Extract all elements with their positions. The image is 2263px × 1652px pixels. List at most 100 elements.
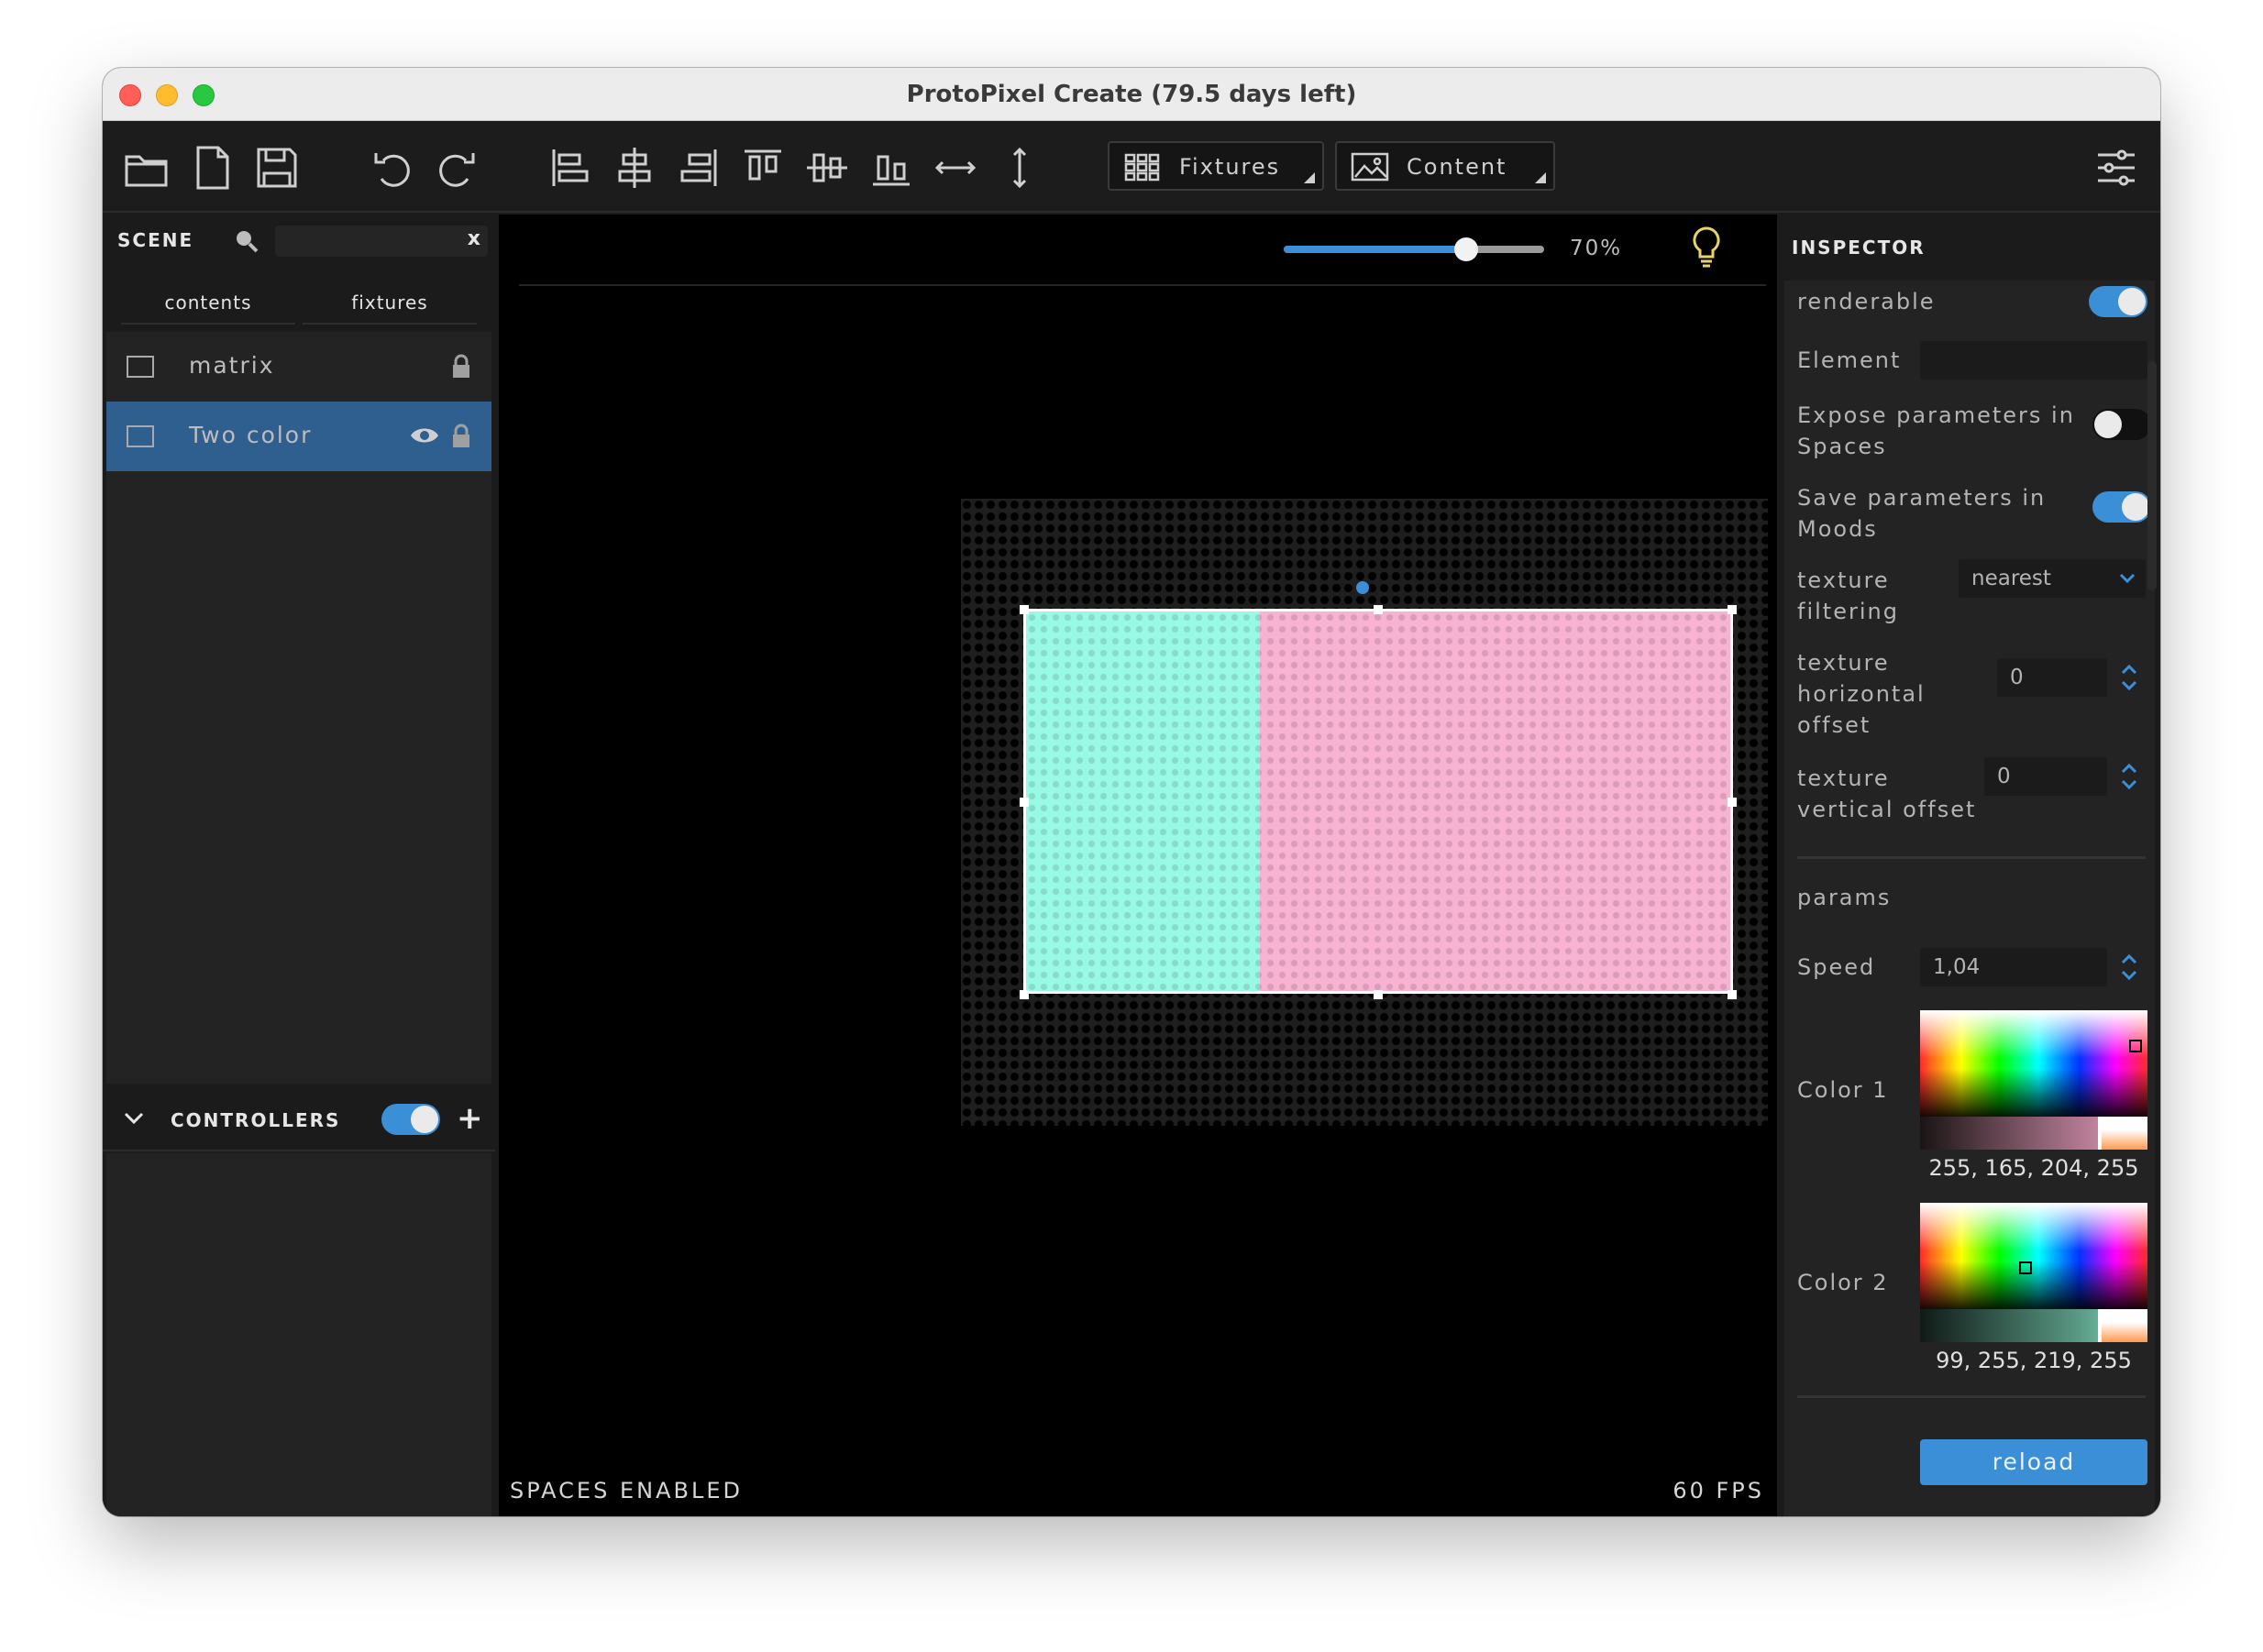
reload-button[interactable]: reload — [1920, 1439, 2147, 1485]
fps-counter: 60 FPS — [1672, 1478, 1764, 1503]
color-2-value: 99, 255, 219, 255 — [1936, 1348, 2132, 1373]
speed-label: Speed — [1797, 954, 1876, 980]
lock-icon[interactable] — [451, 424, 471, 449]
controllers-toggle[interactable] — [381, 1104, 440, 1135]
resize-handle-tl[interactable] — [1020, 605, 1029, 614]
rotate-handle[interactable] — [1356, 581, 1369, 594]
renderable-label: renderable — [1797, 289, 1936, 314]
resize-handle-ml[interactable] — [1020, 798, 1029, 807]
controllers-list — [106, 1153, 491, 1516]
zoom-slider[interactable] — [1284, 237, 1544, 261]
window-title: ProtoPixel Create (79.5 days left) — [906, 81, 1357, 108]
h-offset-label-2: horizontal — [1797, 681, 1926, 707]
list-item[interactable]: Two color — [106, 402, 491, 471]
item-checkbox[interactable] — [127, 356, 154, 378]
expose-label-1: Expose parameters in — [1797, 402, 2075, 428]
distribute-h-icon[interactable] — [932, 144, 979, 192]
add-controller-button[interactable]: + — [457, 1100, 483, 1137]
tab-divider — [121, 323, 295, 325]
expose-parameters-toggle[interactable] — [2092, 409, 2151, 440]
texture-filtering-label-1: texture — [1797, 567, 1890, 593]
element-field[interactable] — [1920, 341, 2147, 380]
undo-icon[interactable] — [369, 144, 416, 192]
h-offset-label-3: offset — [1797, 712, 1871, 738]
lightbulb-icon[interactable] — [1691, 226, 1722, 270]
save-label-2: Moods — [1797, 516, 1878, 542]
resize-handle-tr[interactable] — [1728, 605, 1737, 614]
tab-contents[interactable]: contents — [121, 279, 295, 328]
save-parameters-toggle[interactable] — [2092, 491, 2151, 523]
tab-fixtures[interactable]: fixtures — [303, 279, 477, 328]
align-middle-v-icon[interactable] — [803, 144, 851, 192]
grid-icon — [1124, 153, 1160, 182]
inspector-body: renderable Element Expose parameters in … — [1784, 281, 2155, 1516]
v-offset-input[interactable]: 0 — [1984, 757, 2107, 796]
texture-filtering-label-2: filtering — [1797, 599, 1899, 624]
canvas-viewport[interactable]: 70% SPACES ENABLED 60 FPS — [499, 215, 1777, 1516]
open-folder-icon[interactable] — [123, 144, 171, 192]
inspector-panel: INSPECTOR renderable Element Expose para… — [1781, 215, 2160, 1516]
two-color-content[interactable] — [1023, 609, 1733, 994]
image-icon — [1351, 152, 1389, 182]
resize-handle-bc[interactable] — [1374, 990, 1383, 999]
texture-filtering-select[interactable]: nearest — [1959, 559, 2146, 598]
item-checkbox[interactable] — [127, 425, 154, 447]
color-1-picker-cursor[interactable] — [2129, 1040, 2142, 1052]
scene-search-input[interactable]: x — [275, 226, 488, 257]
item-label: Two color — [189, 422, 313, 448]
align-center-h-icon[interactable] — [611, 144, 658, 192]
resize-handle-tc[interactable] — [1374, 605, 1383, 614]
save-label-1: Save parameters in — [1797, 485, 2047, 511]
chevron-down-icon[interactable] — [123, 1109, 145, 1128]
scene-label: SCENE — [117, 229, 194, 251]
fixtures-dropdown[interactable]: Fixtures — [1108, 141, 1324, 191]
settings-sliders-icon[interactable] — [2092, 144, 2140, 192]
align-left-icon[interactable] — [546, 144, 594, 192]
list-item[interactable]: matrix — [106, 332, 491, 402]
controllers-label: CONTROLLERS — [171, 1109, 341, 1131]
content-dropdown[interactable]: Content — [1335, 141, 1555, 191]
item-label: matrix — [189, 352, 275, 379]
color-2-alpha-slider[interactable] — [1920, 1309, 2147, 1342]
search-icon — [237, 231, 259, 253]
dropdown-corner-icon — [1535, 172, 1546, 183]
color-2-picker-cursor[interactable] — [2019, 1261, 2032, 1274]
reload-divider — [1797, 1395, 2146, 1398]
clear-search-button[interactable]: x — [468, 227, 480, 250]
save-icon[interactable] — [253, 144, 301, 192]
scene-list: matrix Two color — [106, 332, 491, 1084]
lock-icon[interactable] — [451, 354, 471, 380]
resize-handle-mr[interactable] — [1728, 798, 1737, 807]
align-top-icon[interactable] — [739, 144, 787, 192]
eye-icon[interactable] — [409, 424, 440, 447]
resize-handle-br[interactable] — [1728, 990, 1737, 999]
inspector-label: INSPECTOR — [1792, 237, 1926, 259]
h-offset-stepper-icon[interactable] — [2114, 658, 2144, 697]
renderable-toggle[interactable] — [2089, 286, 2147, 317]
color-1-picker[interactable] — [1920, 1010, 2147, 1117]
redo-icon[interactable] — [433, 144, 480, 192]
color-1-label: Color 1 — [1797, 1077, 1889, 1103]
expose-label-2: Spaces — [1797, 434, 1887, 459]
zoom-slider-handle[interactable] — [1453, 237, 1478, 261]
color-2-label: Color 2 — [1797, 1270, 1889, 1295]
speed-input[interactable]: 1,04 — [1920, 948, 2107, 986]
color-1-alpha-slider[interactable] — [1920, 1117, 2147, 1150]
spaces-status: SPACES ENABLED — [510, 1478, 743, 1503]
align-bottom-icon[interactable] — [867, 144, 915, 192]
v-offset-label-2: vertical offset — [1797, 797, 1977, 822]
speed-stepper-icon[interactable] — [2114, 948, 2144, 986]
resize-handle-bl[interactable] — [1020, 990, 1029, 999]
distribute-v-icon[interactable] — [996, 144, 1043, 192]
align-right-icon[interactable] — [675, 144, 723, 192]
texture-filtering-value: nearest — [1971, 567, 2051, 590]
controllers-header: CONTROLLERS + — [103, 1087, 495, 1151]
new-file-icon[interactable] — [189, 144, 237, 192]
v-offset-stepper-icon[interactable] — [2114, 757, 2144, 796]
color-2-picker[interactable] — [1920, 1203, 2147, 1309]
toolbar: Fixtures Content — [103, 121, 2160, 213]
scene-panel: SCENE x contents fixtures matrix Two col… — [103, 215, 495, 1516]
inspector-scrollbar[interactable] — [2147, 361, 2157, 590]
h-offset-input[interactable]: 0 — [1997, 658, 2107, 697]
fixtures-dropdown-label: Fixtures — [1179, 154, 1281, 180]
